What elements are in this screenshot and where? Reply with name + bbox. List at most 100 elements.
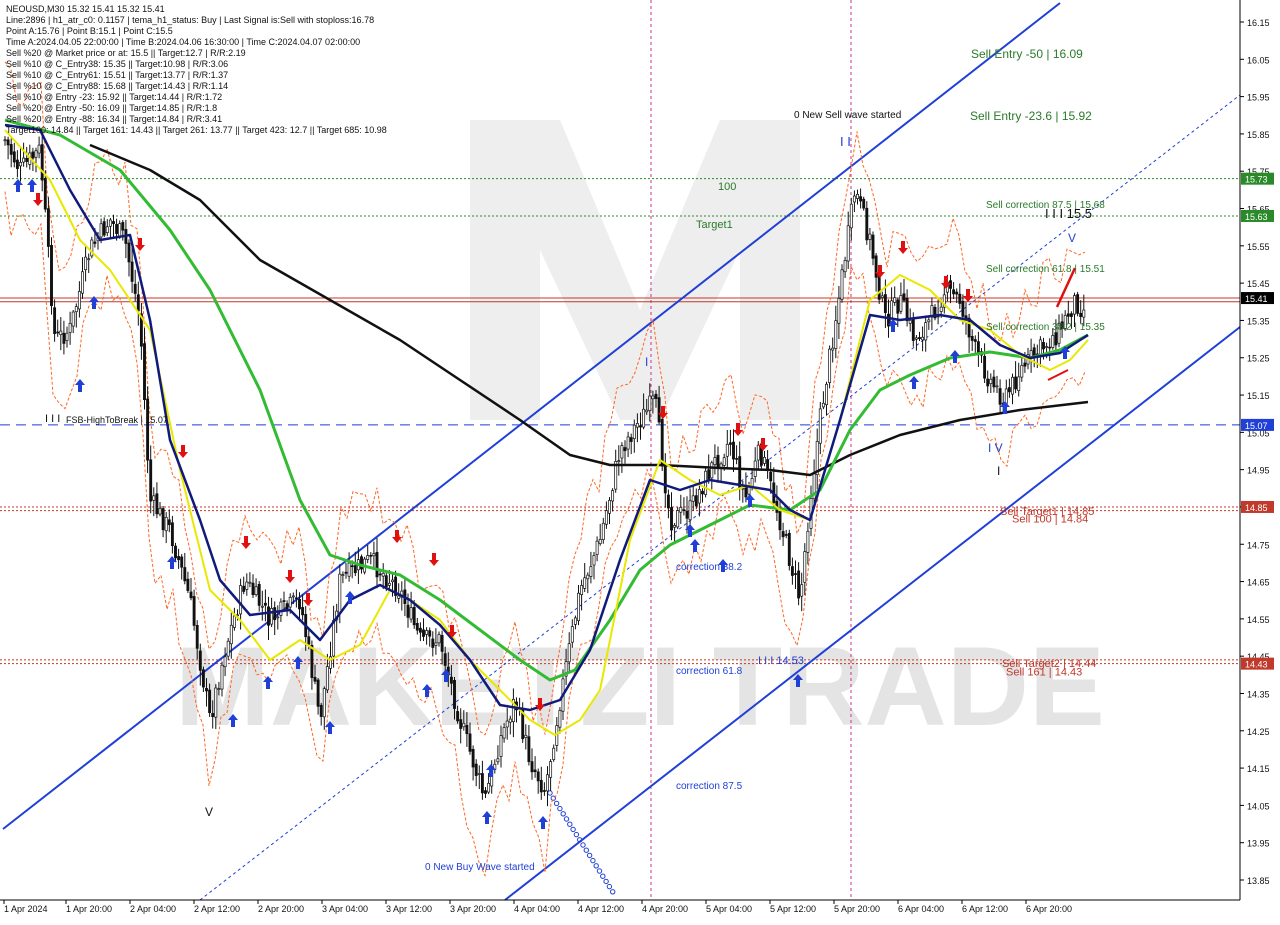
candle-body <box>911 318 915 341</box>
candle-body <box>955 291 959 295</box>
candle-body <box>589 566 593 577</box>
candle-body <box>198 650 202 671</box>
candle-body <box>713 457 717 465</box>
x-tick-label-1: 1 Apr 20:00 <box>66 904 112 914</box>
candle-body <box>62 332 66 344</box>
candle-body <box>211 713 215 717</box>
candle-body <box>899 295 903 312</box>
candle-body <box>670 507 673 531</box>
price-chart[interactable]: MAKETZI TRADE Sell Entry -50 | 16.09 Sell… <box>0 0 1280 920</box>
info-line-6: Sell %10 @ C_Entry61: 15.51 || Target:13… <box>6 70 228 80</box>
candle-body <box>307 636 311 645</box>
candle-body <box>15 159 19 169</box>
annotation-9: Sell correction 61.8 | 15.51 <box>986 264 1105 275</box>
candle-body <box>12 151 16 163</box>
candle-body <box>505 720 509 728</box>
candle-body <box>865 207 869 241</box>
x-tick-label-0: 1 Apr 2024 <box>4 904 48 914</box>
annotation-0: Sell Entry -50 | 16.09 <box>971 47 1083 61</box>
candle-body <box>369 555 373 557</box>
candle-body <box>378 573 382 576</box>
candle-body <box>549 761 553 778</box>
candle-body <box>31 151 35 159</box>
candle-body <box>992 376 996 388</box>
candle-body <box>735 458 739 460</box>
candle-body <box>893 297 897 303</box>
candle-body <box>105 226 109 233</box>
candle-body <box>499 735 503 757</box>
candle-body <box>608 500 611 514</box>
x-tick-label-12: 5 Apr 12:00 <box>770 904 816 914</box>
candle-body <box>707 469 711 480</box>
candle-body <box>949 280 952 289</box>
candle-body <box>226 640 230 657</box>
candle-body <box>694 495 698 507</box>
candle-body <box>697 489 701 504</box>
candle-body <box>914 337 918 340</box>
candle-body <box>728 442 732 445</box>
candle-body <box>691 495 695 502</box>
candle-body <box>118 223 122 237</box>
candle-body <box>918 337 921 340</box>
candle-body <box>201 669 205 688</box>
candle-body <box>322 688 326 718</box>
candle-body <box>267 606 270 626</box>
annotation-16: I I I 14.53 <box>758 655 804 667</box>
info-line-9: Sell %20 @ Entry -50: 16.09 || Target:14… <box>6 103 217 113</box>
candle-body <box>508 718 512 723</box>
candle-body <box>524 734 528 738</box>
candle-body <box>397 595 401 599</box>
candle-body <box>285 603 289 610</box>
candle-body <box>34 150 38 158</box>
candle-body <box>536 771 540 782</box>
candle-body <box>316 679 320 707</box>
candle-body <box>146 398 150 461</box>
candle-body <box>180 556 184 568</box>
candle-body <box>769 471 773 482</box>
annotation-20: I I I <box>45 413 60 425</box>
candle-body <box>53 307 57 334</box>
candle-body <box>462 722 466 728</box>
candle-body <box>1004 388 1008 404</box>
x-tick-label-16: 6 Apr 20:00 <box>1026 904 1072 914</box>
candle-body <box>350 565 354 568</box>
x-tick-label-5: 3 Apr 04:00 <box>322 904 368 914</box>
candle-body <box>205 688 208 692</box>
candle-body <box>19 162 22 167</box>
candle-body <box>973 339 977 342</box>
info-line-7: Sell %10 @ C_Entry88: 15.68 || Target:14… <box>6 81 228 91</box>
candle-body <box>657 397 661 423</box>
candle-body <box>818 408 822 444</box>
candle-body <box>921 336 925 341</box>
candle-body <box>1045 346 1049 348</box>
candle-body <box>133 283 137 294</box>
y-tick-label-2: 15.95 <box>1247 93 1270 103</box>
y-tick-label-7: 15.45 <box>1247 279 1270 289</box>
candle-body <box>480 773 484 794</box>
candle-body <box>372 553 376 557</box>
x-tick-label-9: 4 Apr 12:00 <box>578 904 624 914</box>
candle-body <box>239 585 243 615</box>
candle-body <box>161 508 165 531</box>
candle-body <box>539 779 543 793</box>
candle-body <box>781 531 785 538</box>
candle-body <box>877 274 881 300</box>
candle-body <box>673 525 677 528</box>
candle-body <box>843 260 847 273</box>
candle-body <box>282 600 286 602</box>
candle-body <box>254 586 258 595</box>
watermark-text: MAKETZI TRADE <box>175 624 1105 749</box>
candle-body <box>270 608 274 625</box>
candle-body <box>542 790 546 792</box>
candle-body <box>905 297 909 322</box>
info-line-4: Sell %20 @ Market price or at: 15.5 || T… <box>6 48 246 58</box>
candle-body <box>245 581 249 590</box>
candle-body <box>660 418 664 467</box>
level-label-8: Sell 161 | 14.43 <box>1006 667 1082 679</box>
x-tick-label-6: 3 Apr 12:00 <box>386 904 432 914</box>
candle-body <box>366 555 370 560</box>
candle-body <box>601 522 605 540</box>
annotation-15: correction 61.8 <box>676 666 743 677</box>
candle-body <box>87 258 91 261</box>
candle-body <box>558 710 562 728</box>
